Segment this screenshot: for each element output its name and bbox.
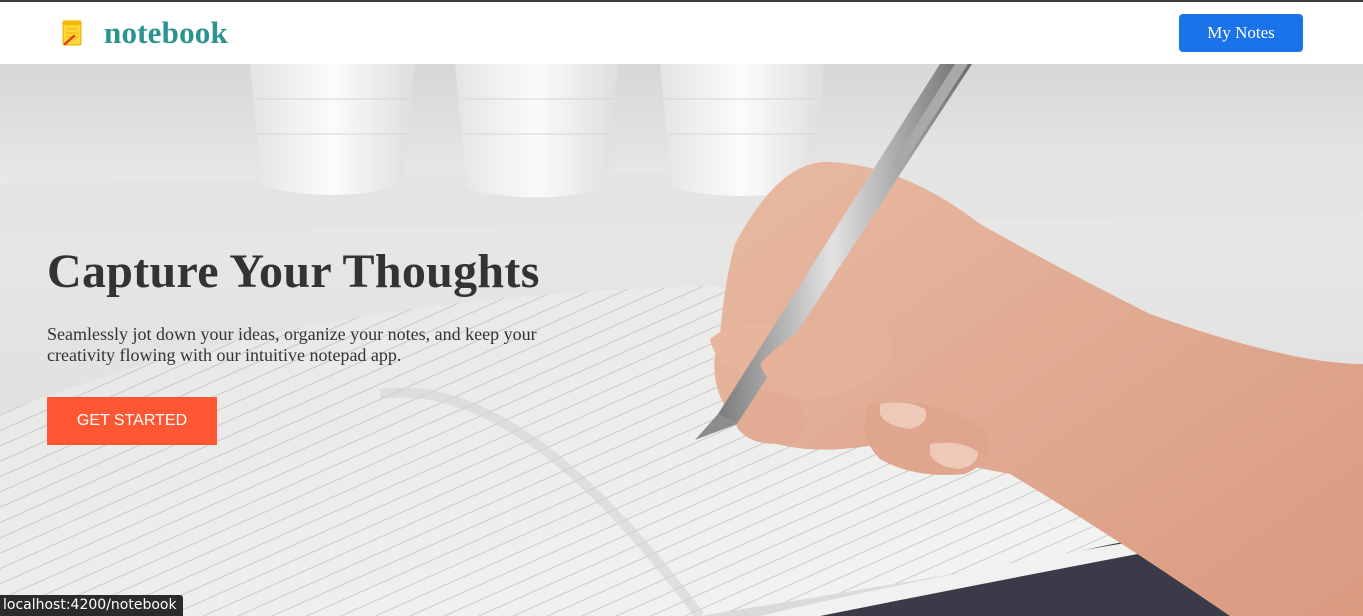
brand[interactable]: notebook	[60, 10, 228, 56]
hero-content: Capture Your Thoughts Seamlessly jot dow…	[47, 242, 607, 445]
hero-section: Capture Your Thoughts Seamlessly jot dow…	[0, 64, 1363, 616]
my-notes-button[interactable]: My Notes	[1179, 14, 1303, 52]
navbar: notebook My Notes	[0, 2, 1363, 64]
notepad-icon	[60, 18, 86, 48]
hero-description: Seamlessly jot down your ideas, organize…	[47, 324, 537, 365]
get-started-button[interactable]: GET STARTED	[47, 397, 217, 445]
hero-title: Capture Your Thoughts	[47, 245, 540, 298]
brand-name: notebook	[104, 15, 228, 50]
status-bar-url: localhost:4200/notebook	[0, 595, 183, 616]
